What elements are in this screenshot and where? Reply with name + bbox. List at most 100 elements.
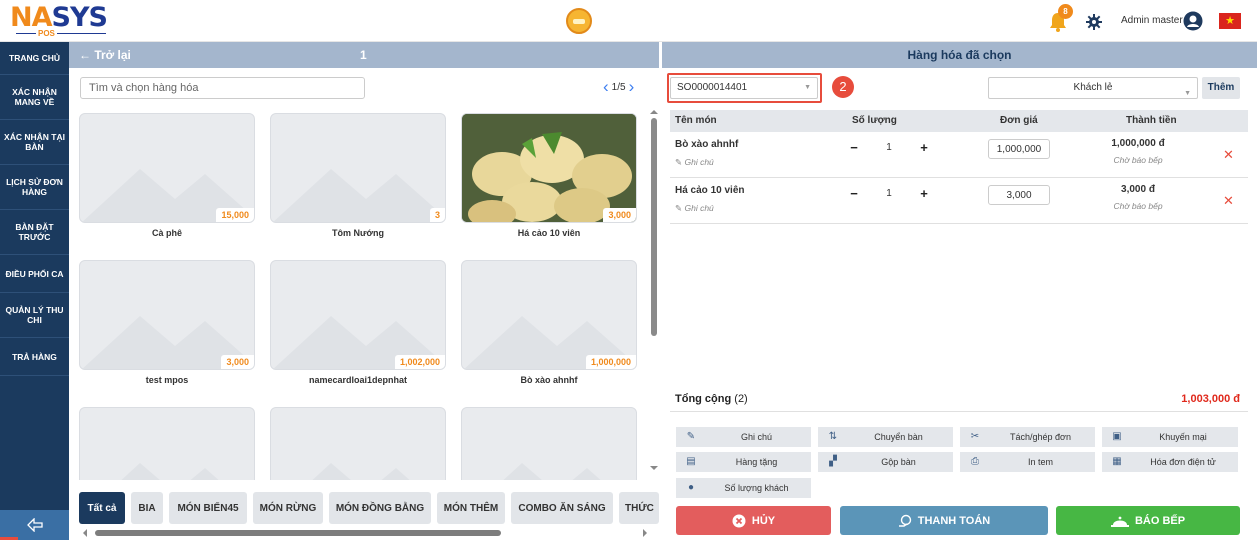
category-scrollbar[interactable] (69, 528, 659, 538)
note-button[interactable]: ✎ Ghi chú (676, 427, 811, 447)
column-header-name: Tên món (675, 115, 717, 126)
product-name: Há cảo 10 viên (517, 228, 581, 238)
cancel-button[interactable]: HỦY (676, 506, 831, 535)
sidebar-collapse-button[interactable] (0, 510, 69, 540)
image-placeholder-icon (312, 463, 410, 480)
transfer-table-button[interactable]: ⇅ Chuyển bàn (818, 427, 953, 447)
next-page-button[interactable]: › (626, 78, 638, 95)
sidebar-item-table-confirm[interactable]: XÁC NHẬN TẠI BÀN (0, 120, 69, 165)
food-cloche-icon (1110, 516, 1129, 527)
sidebar-item-returns[interactable]: TRẢ HÀNG (0, 338, 69, 376)
product-card[interactable] (451, 402, 637, 480)
note-link[interactable]: ✎ Ghi chú (675, 157, 714, 168)
sidebar-item-label: XÁC NHẬN TẠI BÀN (4, 132, 65, 152)
scissors-icon: ✂ (970, 431, 980, 442)
sidebar-item-takeaway-confirm[interactable]: XÁC NHẬN MANG VỀ (0, 75, 69, 120)
product-card[interactable]: 1,000,000 Bò xào ahnhf (451, 255, 637, 392)
guest-count-button[interactable]: ● Số lượng khách (676, 478, 811, 498)
action-label: Ghi chú (740, 432, 773, 442)
top-bar: NASYS POS 8 Admin master ★ (0, 0, 1257, 42)
unit-price-input[interactable] (988, 139, 1050, 159)
merge-icon: ▞ (829, 456, 837, 467)
sidebar-item-home[interactable]: TRANG CHỦ (0, 42, 69, 75)
add-customer-button[interactable]: Thêm (1202, 77, 1240, 99)
order-item-name: Bò xào ahnhf (675, 139, 739, 150)
scrollbar-thumb[interactable] (95, 530, 501, 536)
column-header-qty: Số lượng (852, 115, 897, 126)
remove-item-icon[interactable]: ✕ (1223, 147, 1234, 163)
promotion-button[interactable]: ▣ Khuyến mại (1102, 427, 1238, 447)
admin-name[interactable]: Admin master (1121, 15, 1183, 26)
ticket-icon: ▣ (1112, 431, 1122, 442)
scroll-up-icon[interactable] (649, 108, 659, 116)
merge-table-button[interactable]: ▞ Gộp bàn (818, 452, 953, 472)
sidebar-item-order-history[interactable]: LỊCH SỬ ĐƠN HÀNG (0, 165, 69, 210)
product-card[interactable] (260, 402, 446, 480)
qty-increase-button[interactable]: + (916, 186, 932, 202)
tab-forest-dishes[interactable]: MÓN RỪNG (253, 492, 323, 524)
table-number: 1 (360, 48, 367, 62)
tab-delta-dishes[interactable]: MÓN ĐỒNG BẰNG (329, 492, 431, 524)
gear-icon[interactable] (1086, 14, 1102, 30)
send-to-kitchen-button[interactable]: BÁO BẾP (1056, 506, 1240, 535)
action-label: Gộp bàn (881, 457, 916, 467)
nasys-logo[interactable]: NASYS POS (10, 4, 108, 38)
sidebar-item-shift-coordination[interactable]: ĐIỀU PHỐI CA (0, 255, 69, 293)
vietnam-flag-icon[interactable]: ★ (1219, 13, 1241, 29)
payment-button[interactable]: THANH TOÁN (840, 506, 1048, 535)
product-card[interactable] (69, 402, 255, 480)
qty-value[interactable]: 1 (874, 188, 904, 199)
gift-icon: ▤ (686, 456, 696, 467)
order-panel-title: Hàng hóa đã chọn (662, 42, 1257, 68)
scroll-right-icon[interactable] (641, 528, 649, 538)
product-price: 1,002,000 (394, 355, 445, 369)
tab-extra-dishes[interactable]: MÓN THÊM (437, 492, 505, 524)
split-merge-order-button[interactable]: ✂ Tách/ghép đơn (960, 427, 1095, 447)
back-link[interactable]: ← Trở lại (79, 48, 131, 62)
scrollbar-thumb[interactable] (651, 118, 657, 336)
product-search-input[interactable] (80, 77, 365, 99)
scroll-left-icon[interactable] (81, 528, 89, 538)
unit-price-input[interactable] (988, 185, 1050, 205)
product-card[interactable]: 3,000 test mpos (69, 255, 255, 392)
tab-beer[interactable]: BIA (131, 492, 163, 524)
product-image-placeholder: 15,000 (79, 113, 255, 223)
user-avatar-icon[interactable] (1183, 11, 1203, 31)
tab-drinks[interactable]: THỨC (619, 492, 659, 524)
remove-item-icon[interactable]: ✕ (1223, 193, 1234, 209)
product-grid-scrollbar[interactable] (649, 108, 659, 480)
qty-decrease-button[interactable]: − (846, 186, 862, 202)
logo-underline (16, 33, 106, 34)
total-label: Tổng cộng (2) (675, 393, 748, 405)
e-invoice-button[interactable]: ▦ Hóa đơn điện tử (1102, 452, 1238, 472)
product-card[interactable]: 15,000 Cà phê (69, 108, 255, 245)
tab-seafood45[interactable]: MÓN BIỂN45 (169, 492, 247, 524)
product-card[interactable]: 1,002,000 namecardloai1depnhat (260, 255, 446, 392)
kitchen-status: Chờ báo bếp (1113, 201, 1163, 211)
prev-page-button[interactable]: ‹ (600, 78, 612, 95)
tab-all[interactable]: Tất cả (79, 492, 125, 524)
tab-breakfast-combo[interactable]: COMBO ĂN SÁNG (511, 492, 613, 524)
qty-value[interactable]: 1 (874, 142, 904, 153)
scroll-down-icon[interactable] (649, 464, 659, 472)
product-card[interactable]: 3,000 Há cảo 10 viên (451, 108, 637, 245)
product-name: test mpos (145, 375, 189, 385)
product-image-placeholder: 1,000,000 (461, 260, 637, 370)
sidebar-item-label: TRANG CHỦ (9, 53, 60, 63)
print-label-button[interactable]: ⎙ In tem (960, 452, 1095, 472)
pencil-icon: ✎ (686, 431, 696, 442)
note-link[interactable]: ✎ Ghi chú (675, 203, 714, 214)
sidebar-item-reserved-tables[interactable]: BÀN ĐẶT TRƯỚC (0, 210, 69, 255)
product-card[interactable]: 3 Tôm Nướng (260, 108, 446, 245)
notification-badge: 8 (1058, 4, 1073, 19)
qty-decrease-button[interactable]: − (846, 140, 862, 156)
qty-increase-button[interactable]: + (916, 140, 932, 156)
gift-item-button[interactable]: ▤ Hàng tặng (676, 452, 811, 472)
order-code-select[interactable]: SO0000014401 ▼ (670, 77, 818, 99)
customer-select[interactable]: Khách lẻ ▼ (988, 77, 1198, 99)
image-placeholder-icon (273, 316, 445, 369)
product-name: namecardloai1depnhat (308, 375, 408, 385)
product-photo-dumplings: 3,000 (461, 113, 637, 223)
sidebar-item-label: QUẢN LÝ THU CHI (5, 305, 64, 325)
sidebar-item-cashflow[interactable]: QUẢN LÝ THU CHI (0, 293, 69, 338)
